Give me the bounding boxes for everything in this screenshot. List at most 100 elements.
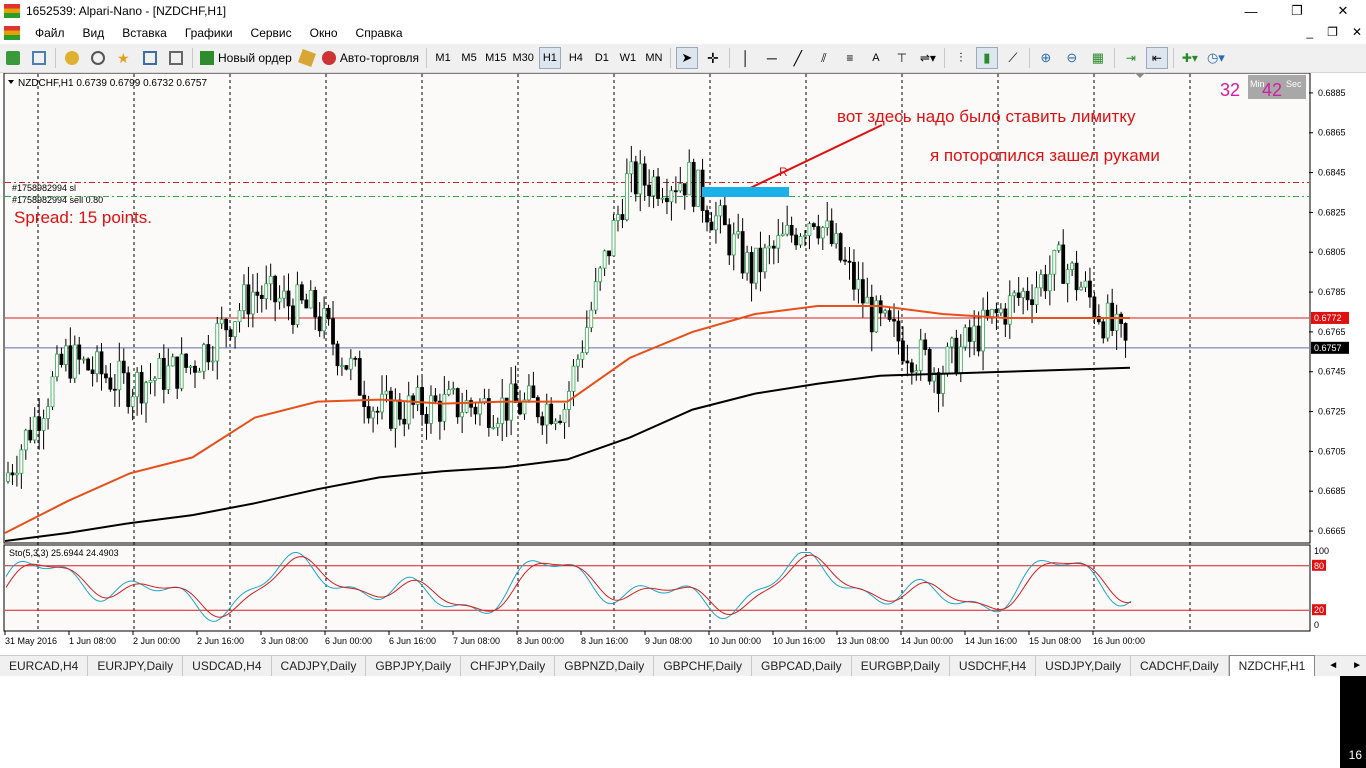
chart-restore-button[interactable]: ❐	[1327, 22, 1338, 43]
tf-h4[interactable]: H4	[565, 47, 587, 69]
candle-body	[602, 250, 607, 269]
profiles-icon	[32, 51, 46, 65]
chart-window-icon[interactable]	[4, 25, 20, 40]
annotation-limit-order[interactable]: вот здесь надо было ставить лимитку	[837, 107, 1136, 126]
tab-nzdchf[interactable]: NZDCHF,H1	[1228, 655, 1316, 676]
candle-body	[673, 190, 678, 193]
limit-zone-rectangle[interactable]	[702, 187, 789, 197]
tf-mn[interactable]: MN	[643, 47, 665, 69]
channel-tool[interactable]: ⫽	[813, 47, 835, 69]
horizontal-line-icon: ─	[766, 50, 777, 66]
label-tool[interactable]: ⊤	[891, 47, 913, 69]
menu-tools[interactable]: Сервис	[242, 26, 301, 40]
candle-body	[1123, 323, 1128, 341]
candle-body	[825, 220, 830, 229]
cursor-tool[interactable]: ➤	[675, 47, 698, 69]
close-button[interactable]: ✕	[1320, 0, 1366, 22]
bar-chart-button[interactable]: ⫶	[950, 47, 972, 69]
cursor-icon: ➤	[681, 50, 693, 65]
auto-scroll-button[interactable]: ⇥	[1120, 47, 1142, 69]
tab-gbpjpy[interactable]: GBPJPY,Daily	[366, 656, 462, 676]
tf-m15[interactable]: M15	[484, 47, 507, 69]
horizontal-line-tool[interactable]: ─	[761, 47, 783, 69]
indicators-button[interactable]: ✚▾	[1179, 47, 1201, 69]
tab-gbpchf[interactable]: GBPCHF,Daily	[654, 656, 752, 676]
restore-button[interactable]: ❐	[1274, 0, 1320, 22]
candle-body	[1056, 244, 1061, 251]
chart-window[interactable]: 100 80 20 0 0.6885 0.6865 0.6845 0.6825 0.6805 0…	[0, 73, 1366, 654]
data-window-button[interactable]	[87, 47, 109, 69]
toolbar-separator	[192, 48, 193, 68]
tf-w1[interactable]: W1	[617, 47, 639, 69]
tab-prev-icon[interactable]: ◄	[1328, 656, 1338, 676]
terminal-button[interactable]	[139, 47, 161, 69]
new-chart-button[interactable]	[2, 47, 24, 69]
tf-h1[interactable]: H1	[538, 47, 561, 69]
vertical-line-tool[interactable]: │	[735, 47, 757, 69]
candle-body	[19, 449, 24, 474]
toolbar-separator	[943, 48, 945, 68]
menu-view[interactable]: Вид	[74, 26, 114, 40]
tab-eurcad[interactable]: EURCAD,H4	[0, 656, 89, 676]
menu-window[interactable]: Окно	[301, 26, 347, 40]
arrows-tool[interactable]: ⇌▾	[917, 47, 939, 69]
time-tick-label: 14 Jun 16:00	[965, 636, 1017, 646]
crosshair-tool[interactable]: ✛	[702, 47, 724, 69]
tab-chfjpy[interactable]: CHFJPY,Daily	[461, 656, 556, 676]
candle-body	[1088, 280, 1092, 298]
tab-usdchf[interactable]: USDCHF,H4	[950, 656, 1037, 676]
tf-m1[interactable]: M1	[432, 47, 454, 69]
zoom-in-button[interactable]: ⊕	[1035, 47, 1057, 69]
tile-windows-button[interactable]: ▦	[1087, 47, 1109, 69]
candle-body	[647, 184, 652, 196]
menu-file[interactable]: Файл	[26, 26, 74, 40]
profiles-button[interactable]	[28, 47, 50, 69]
tab-usdcad[interactable]: USDCAD,H4	[183, 656, 272, 676]
price-chart[interactable]: 10080200 0.68850.68650.68450.68250.68050…	[0, 73, 1366, 654]
price-tick-label: 0.6825	[1318, 207, 1346, 217]
new-order-button[interactable]: Новый ордер	[196, 47, 296, 69]
candle-body	[366, 406, 371, 419]
price-tick-label: 0.6765	[1318, 327, 1346, 337]
tf-m5[interactable]: M5	[458, 47, 480, 69]
candle-body	[696, 169, 701, 207]
order-sl-label[interactable]: #1758982994 sl	[12, 183, 76, 193]
chart-shift-button[interactable]: ⇤	[1145, 47, 1168, 69]
periods-button[interactable]: ◷▾	[1205, 47, 1227, 69]
line-chart-button[interactable]: ⟋	[1002, 47, 1024, 69]
tf-m30[interactable]: M30	[511, 47, 534, 69]
metaeditor-button[interactable]	[296, 47, 318, 69]
chart-minimize-button[interactable]: _	[1306, 22, 1313, 43]
menu-help[interactable]: Справка	[347, 26, 412, 40]
strategy-tester-button[interactable]	[165, 47, 187, 69]
tab-cadchf[interactable]: CADCHF,Daily	[1131, 656, 1229, 676]
tf-d1[interactable]: D1	[591, 47, 613, 69]
minimize-button[interactable]: —	[1228, 0, 1274, 22]
order-sell-label[interactable]: #1758982994 sell 0.80	[12, 195, 103, 205]
candle-body	[892, 319, 896, 322]
tab-cadjpy[interactable]: CADJPY,Daily	[272, 656, 367, 676]
fibonacci-tool[interactable]: ≡	[839, 47, 861, 69]
tab-gbpcad[interactable]: GBPCAD,Daily	[752, 656, 852, 676]
chart-close-button[interactable]: ✕	[1352, 22, 1362, 43]
annotation-manual-entry[interactable]: я поторопился зашел руками	[930, 146, 1160, 165]
auto-trading-button[interactable]: Авто-торговля	[318, 47, 423, 69]
tab-gbpnzd[interactable]: GBPNZD,Daily	[555, 656, 655, 676]
tab-eurgbp[interactable]: EURGBP,Daily	[852, 656, 950, 676]
time-tick-label: 10 Jun 16:00	[773, 636, 825, 646]
tab-next-icon[interactable]: ►	[1352, 656, 1362, 676]
market-watch-button[interactable]	[61, 47, 83, 69]
timer-minutes: 32	[1220, 80, 1240, 100]
navigator-button[interactable]: ★	[113, 47, 135, 69]
candlestick-button[interactable]: ▮	[975, 47, 998, 69]
candle-body	[135, 372, 140, 398]
app-logo-icon	[4, 4, 20, 18]
menu-insert[interactable]: Вставка	[113, 26, 176, 40]
candle-body	[994, 308, 999, 314]
tab-usdjpy[interactable]: USDJPY,Daily	[1036, 656, 1131, 676]
tab-eurjpy[interactable]: EURJPY,Daily	[88, 656, 184, 676]
trendline-tool[interactable]: ╱	[787, 47, 809, 69]
text-tool[interactable]: A	[865, 47, 887, 69]
zoom-out-button[interactable]: ⊖	[1061, 47, 1083, 69]
menu-charts[interactable]: Графики	[176, 26, 242, 40]
